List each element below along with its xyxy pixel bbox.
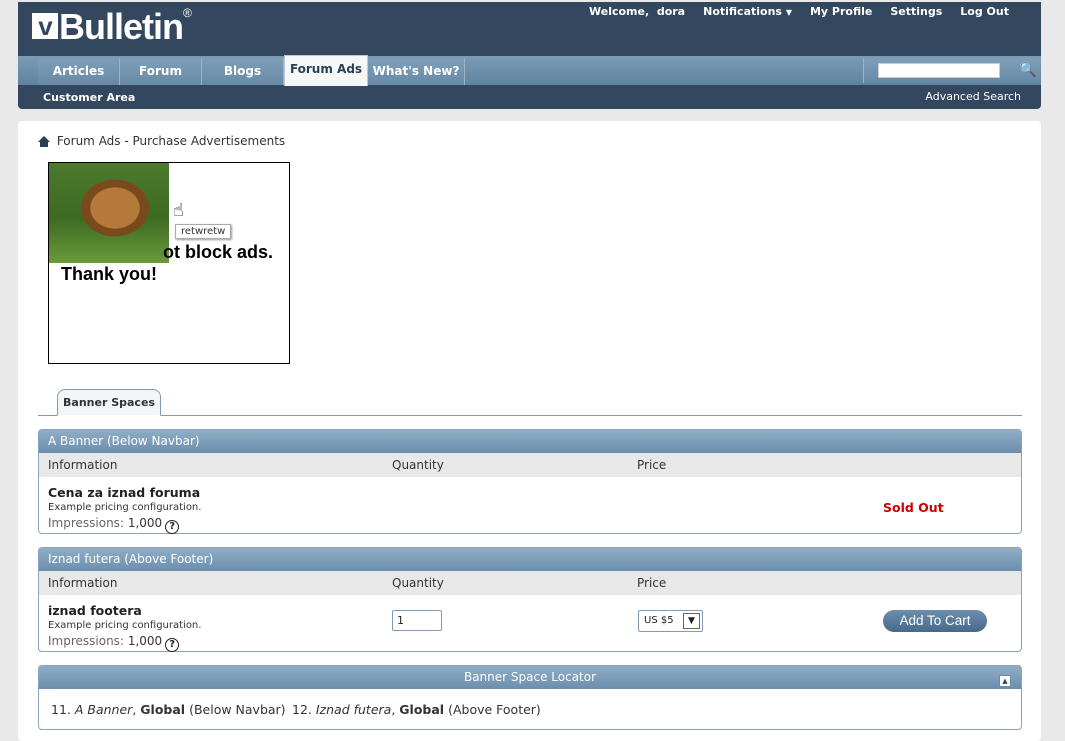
search-button[interactable]: 🔍	[1016, 58, 1040, 83]
col-information: Information	[48, 576, 118, 590]
banner-block: A Banner (Below Navbar) Information Quan…	[38, 429, 1022, 534]
item-description: Example pricing configuration.	[48, 620, 202, 631]
tab-banner-spaces[interactable]: Banner Spaces	[57, 389, 161, 416]
help-icon[interactable]: ?	[165, 638, 180, 652]
my-profile-link[interactable]: My Profile	[810, 5, 872, 18]
add-to-cart-button[interactable]: Add To Cart	[883, 610, 987, 632]
locator-entry[interactable]: 11. A Banner, Global (Below Navbar)	[51, 702, 286, 717]
locator-title: Banner Space Locator	[463, 670, 597, 684]
locator-entry[interactable]: 12. Iznad futera, Global (Above Footer)	[292, 702, 541, 717]
advanced-search-link[interactable]: Advanced Search	[925, 90, 1021, 103]
chevron-down-icon[interactable]: ▼	[683, 613, 700, 629]
sub-navbar: Customer Area Advanced Search	[18, 85, 1041, 109]
ad-preview[interactable]: ot block ads. Thank you!	[48, 162, 290, 364]
collapse-icon[interactable]: ▲	[999, 675, 1011, 687]
impressions: Impressions: 1,000?	[48, 634, 180, 652]
col-information: Information	[48, 458, 118, 472]
tab-articles[interactable]: Articles	[38, 58, 120, 85]
hand-cursor-icon: ☝	[173, 200, 184, 221]
breadcrumb-current: Forum Ads - Purchase Advertisements	[56, 134, 286, 148]
logout-link[interactable]: Log Out	[960, 5, 1009, 18]
col-price: Price	[637, 576, 667, 590]
table-row: Cena za iznad foruma Example pricing con…	[39, 477, 1021, 534]
search-input[interactable]	[878, 63, 1000, 78]
col-quantity: Quantity	[392, 458, 444, 472]
ad-message: ot block ads. Thank you!	[61, 241, 273, 285]
logo-mark: v	[32, 13, 58, 39]
main-navbar: Articles Forum Blogs Forum Ads What's Ne…	[18, 55, 1041, 86]
tab-bar: Banner Spaces	[38, 389, 1022, 416]
settings-link[interactable]: Settings	[890, 5, 942, 18]
locator-body: 11. A Banner, Global (Below Navbar) 12. …	[39, 689, 1021, 729]
col-quantity: Quantity	[392, 576, 444, 590]
item-description: Example pricing configuration.	[48, 502, 202, 513]
home-icon[interactable]	[38, 136, 50, 147]
search-area	[863, 58, 1016, 83]
block-title: Iznad futera (Above Footer)	[39, 548, 1021, 571]
tab-whats-new[interactable]: What's New?	[368, 58, 465, 85]
username-link[interactable]: dora	[657, 5, 685, 18]
customer-area-link[interactable]: Customer Area	[43, 91, 135, 104]
help-icon[interactable]: ?	[165, 520, 180, 534]
vbulletin-logo[interactable]: v Bulletin®	[32, 6, 192, 48]
price-select[interactable]: US $5 ▼	[638, 610, 703, 632]
logo-text: Bulletin	[59, 6, 184, 47]
column-header: Information Quantity Price	[39, 571, 1021, 595]
impressions: Impressions: 1,000?	[48, 516, 180, 534]
welcome-text: Welcome, dora	[589, 5, 686, 18]
tab-forum-ads[interactable]: Forum Ads	[284, 55, 368, 86]
site-header: v Bulletin® Welcome, dora Notifications ▼…	[18, 2, 1041, 109]
tab-forum[interactable]: Forum	[120, 58, 202, 85]
ad-message-line2: Thank you!	[61, 264, 158, 284]
chevron-down-icon: ▼	[785, 8, 792, 17]
breadcrumb: Forum Ads - Purchase Advertisements	[38, 134, 285, 148]
block-title: A Banner (Below Navbar)	[39, 430, 1021, 453]
notifications-menu[interactable]: Notifications ▼	[703, 5, 792, 18]
ad-message-line1: ot block ads.	[163, 242, 274, 262]
locator-header: Banner Space Locator ▲	[39, 666, 1021, 689]
content-panel: Forum Ads - Purchase Advertisements ot b…	[18, 121, 1041, 741]
quantity-input[interactable]: 1	[392, 610, 442, 631]
column-header: Information Quantity Price	[39, 453, 1021, 477]
item-title: Cena za iznad foruma	[48, 485, 201, 500]
banner-block: Iznad futera (Above Footer) Information …	[38, 547, 1022, 652]
tab-blogs[interactable]: Blogs	[202, 58, 284, 85]
price-value: US $5	[644, 615, 674, 626]
logo-registered: ®	[183, 6, 192, 20]
sold-out-label: Sold Out	[883, 500, 944, 515]
col-price: Price	[637, 458, 667, 472]
search-icon: 🔍	[1019, 62, 1037, 78]
item-title: iznad footera	[48, 603, 142, 618]
ad-tooltip: retwretw	[175, 224, 232, 239]
banner-space-locator: Banner Space Locator ▲ 11. A Banner, Glo…	[38, 665, 1022, 730]
top-links: Welcome, dora Notifications ▼ My Profile…	[589, 5, 1009, 18]
table-row: iznad footera Example pricing configurat…	[39, 595, 1021, 652]
